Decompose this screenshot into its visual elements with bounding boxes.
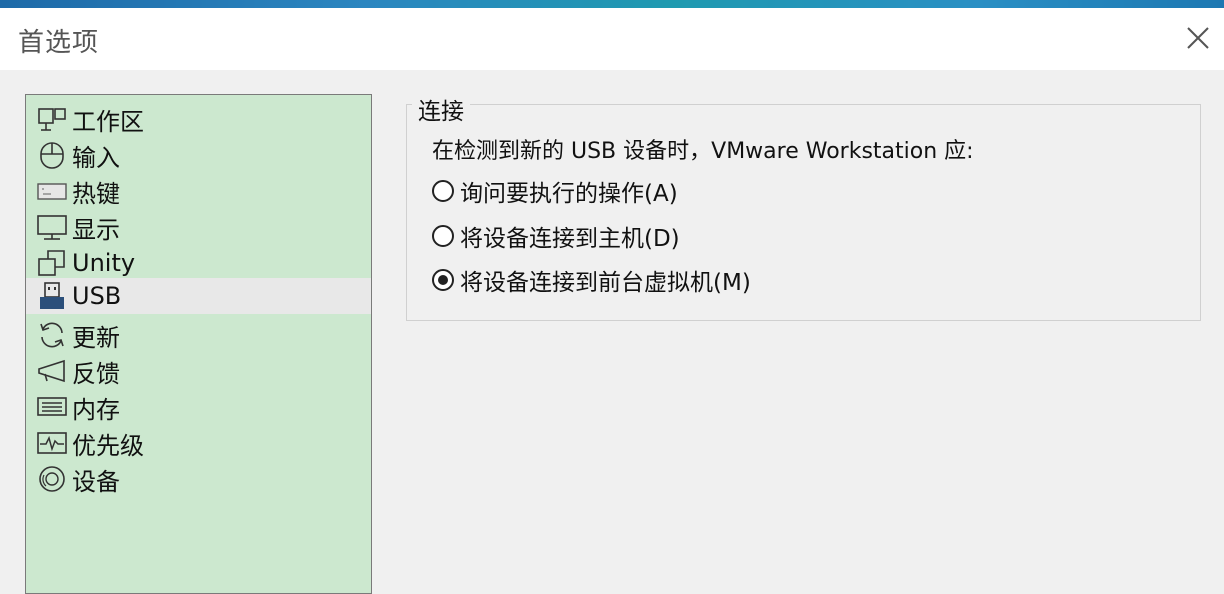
sidebar-item-label: 输入 bbox=[72, 143, 120, 172]
device-disc-icon bbox=[36, 463, 68, 495]
sidebar-item-devices[interactable]: 设备 bbox=[26, 461, 371, 497]
sidebar-item-label: USB bbox=[72, 282, 122, 310]
radio-label: 将设备连接到前台虚拟机(M) bbox=[460, 270, 751, 296]
refresh-icon bbox=[36, 319, 68, 351]
radio-option-connect-foreground-vm[interactable]: 将设备连接到前台虚拟机(M) bbox=[432, 263, 751, 297]
radio-button[interactable] bbox=[432, 225, 454, 247]
preferences-nav-list[interactable]: 工作区 输入 热键 显示 Unity USB 更新 反馈 内存 优先级 设备 bbox=[25, 94, 372, 594]
radio-button[interactable] bbox=[432, 180, 454, 202]
workspace-icon bbox=[36, 103, 68, 135]
sidebar-item-updates[interactable]: 更新 bbox=[26, 317, 371, 353]
radio-label: 询问要执行的操作(A) bbox=[460, 181, 678, 207]
sidebar-item-display[interactable]: 显示 bbox=[26, 209, 371, 245]
close-icon bbox=[1187, 27, 1209, 49]
sidebar-item-feedback[interactable]: 反馈 bbox=[26, 353, 371, 389]
sidebar-item-label: 反馈 bbox=[72, 359, 120, 388]
radio-option-connect-host[interactable]: 将设备连接到主机(D) bbox=[432, 219, 680, 253]
window-top-strip bbox=[0, 0, 1224, 8]
priority-chart-icon bbox=[36, 427, 68, 459]
sidebar-item-memory[interactable]: 内存 bbox=[26, 389, 371, 425]
sidebar-item-label: 设备 bbox=[72, 467, 120, 496]
sidebar-item-workspace[interactable]: 工作区 bbox=[26, 101, 371, 137]
title-bar: 首选项 bbox=[0, 8, 1224, 70]
sidebar-item-input[interactable]: 输入 bbox=[26, 137, 371, 173]
sidebar-item-usb[interactable]: USB bbox=[26, 278, 371, 314]
radio-option-ask[interactable]: 询问要执行的操作(A) bbox=[432, 174, 678, 208]
megaphone-icon bbox=[36, 355, 68, 387]
radio-label: 将设备连接到主机(D) bbox=[460, 226, 680, 252]
memory-icon bbox=[36, 391, 68, 423]
unity-windows-icon bbox=[36, 247, 68, 279]
sidebar-item-label: 工作区 bbox=[72, 107, 144, 136]
sidebar-item-label: 更新 bbox=[72, 323, 120, 352]
monitor-icon bbox=[36, 211, 68, 243]
sidebar-item-label: Unity bbox=[72, 249, 136, 277]
usb-connect-prompt: 在检测到新的 USB 设备时，VMware Workstation 应: bbox=[432, 139, 974, 164]
sidebar-item-unity[interactable]: Unity bbox=[26, 245, 371, 281]
sidebar-item-label: 显示 bbox=[72, 215, 120, 244]
sidebar-item-hotkeys[interactable]: 热键 bbox=[26, 173, 371, 209]
close-button[interactable] bbox=[1184, 24, 1212, 52]
radio-button[interactable] bbox=[432, 269, 454, 291]
sidebar-item-priority[interactable]: 优先级 bbox=[26, 425, 371, 461]
connection-group-title: 连接 bbox=[412, 92, 470, 126]
usb-icon bbox=[36, 280, 68, 312]
window-title: 首选项 bbox=[18, 28, 100, 58]
sidebar-item-label: 优先级 bbox=[72, 431, 144, 460]
sidebar-item-label: 热键 bbox=[72, 179, 120, 208]
keyboard-icon bbox=[36, 175, 68, 207]
mouse-icon bbox=[36, 139, 68, 171]
sidebar-item-label: 内存 bbox=[72, 395, 120, 424]
